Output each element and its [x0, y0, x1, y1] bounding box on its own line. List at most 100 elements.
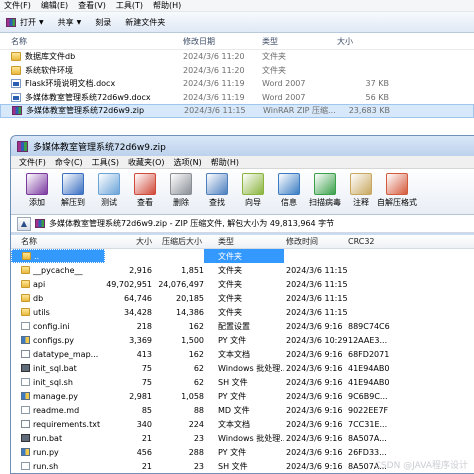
wr-menu-tools[interactable]: 工具(S) [92, 157, 119, 168]
file-row[interactable]: 数据库文件db 2024/3/6 11:20 文件夹 [0, 50, 474, 64]
tool-label: 自解压格式 [377, 198, 417, 207]
file-name: 数据库文件db [0, 51, 183, 62]
file-row[interactable]: Flask环境说明文档.docx 2024/3/6 11:19 Word 2007 3… [0, 77, 474, 91]
python-file-icon [21, 448, 30, 456]
tool-test-button[interactable]: 测试 [91, 173, 127, 208]
menu-tools[interactable]: 工具(T) [116, 0, 143, 11]
explorer-menubar: 文件(F) 编辑(E) 查看(V) 工具(T) 帮助(H) [0, 0, 474, 12]
tool-info-button[interactable]: 信息 [271, 173, 307, 208]
table-row[interactable]: configs.py 3,369 1,500 PY 文件 2024/3/6 10:29 1… [11, 333, 474, 347]
table-row[interactable]: datatype_map... 413 162 文本文档 2024/3/6 9:16 68… [11, 347, 474, 361]
column-name[interactable]: 名称 [0, 36, 183, 47]
doc-icon [11, 79, 21, 89]
tool-virus-scan-button[interactable]: 扫描病毒 [307, 173, 343, 208]
entry-crc32: 889C74C6 [348, 321, 390, 331]
entry-name-text: utils [33, 307, 50, 317]
file-name-text: Flask环境说明文档.docx [25, 79, 116, 89]
winrar-icon [17, 140, 28, 152]
table-row[interactable]: manage.py 2,981 1,058 PY 文件 2024/3/6 9:16 9C6… [11, 389, 474, 403]
entry-size: 2,981 [129, 391, 152, 401]
entry-name: run.bat [11, 431, 105, 445]
window-title: 多媒体教室管理系统72d6w9.zip [33, 142, 166, 153]
burn-button[interactable]: 刻录 [95, 17, 111, 28]
tool-label: 删除 [173, 198, 189, 207]
menu-help[interactable]: 帮助(H) [153, 0, 181, 11]
file-type: Word 2007 [262, 79, 306, 89]
winrar-titlebar[interactable]: 多媒体教室管理系统72d6w9.zip [11, 136, 474, 156]
wr-menu-favorites[interactable]: 收藏夹(O) [128, 157, 165, 168]
tool-delete-button[interactable]: 删除 [163, 173, 199, 208]
table-row[interactable]: config.ini 218 162 配置设置 2024/3/6 9:16 889C74C… [11, 319, 474, 333]
batch-file-icon [21, 434, 30, 442]
tool-find-button[interactable]: 查找 [199, 173, 235, 208]
tool-view-button[interactable]: 查看 [127, 173, 163, 208]
entry-name-text: manage.py [33, 391, 79, 401]
column-date[interactable]: 修改日期 [183, 36, 262, 47]
table-row[interactable]: run.py 456 288 PY 文件 2024/3/6 9:16 26FD33... [11, 445, 474, 459]
entry-size: 34,428 [124, 307, 152, 317]
entry-packed-size: 23 [193, 433, 204, 443]
tool-sfx-button[interactable]: 自解压格式 [377, 173, 417, 208]
tool-add-button[interactable]: 添加 [19, 173, 55, 208]
menu-file[interactable]: 文件(F) [4, 0, 31, 11]
wr-menu-command[interactable]: 命令(C) [55, 157, 83, 168]
file-icon [21, 322, 30, 330]
table-row[interactable]: requirements.txt 340 224 文本文档 2024/3/6 9:16 7… [11, 417, 474, 431]
winrar-window: 多媒体教室管理系统72d6w9.zip 文件(F) 命令(C) 工具(S) 收藏… [10, 135, 474, 474]
entry-crc32: 9022EE7F [348, 405, 389, 415]
file-row[interactable]: 多媒体教室管理系统72d6w9.docx 2024/3/6 11:19 Word 2… [0, 91, 474, 105]
wr-menu-help[interactable]: 帮助(H) [211, 157, 239, 168]
tool-wizard-button[interactable]: 向导 [235, 173, 271, 208]
column-modified[interactable]: 修改时间 [284, 236, 348, 247]
menu-view[interactable]: 查看(V) [78, 0, 106, 11]
share-label: 共享 [57, 17, 74, 27]
entry-crc32: 7CC31E... [348, 419, 388, 429]
zip-icon [12, 106, 22, 116]
entry-name-text: api [33, 279, 46, 289]
column-packed-size[interactable]: 压缩后大小 [152, 236, 204, 247]
entry-name-text: init_sql.bat [33, 363, 77, 373]
table-row[interactable]: init_sql.bat 75 62 Windows 批处理... 2024/3/6 9… [11, 361, 474, 375]
entry-type: PY 文件 [218, 335, 247, 345]
tool-comment-button[interactable]: 注释 [343, 173, 379, 208]
file-row[interactable]: 多媒体教室管理系统72d6w9.zip 2024/3/6 11:15 WinRAR … [0, 104, 474, 118]
entry-packed-size: 23 [193, 461, 204, 471]
entry-name-text: run.py [33, 447, 59, 457]
entry-name: readme.md [11, 403, 105, 417]
column-size[interactable]: 大小 [327, 36, 389, 47]
table-row[interactable]: .. 文件夹 [11, 249, 474, 263]
info-icon [278, 173, 300, 195]
doc-icon [11, 92, 21, 102]
wr-menu-options[interactable]: 选项(N) [174, 157, 202, 168]
wr-menu-file[interactable]: 文件(F) [19, 157, 46, 168]
column-type[interactable]: 类型 [262, 36, 327, 47]
new-folder-button[interactable]: 新建文件夹 [125, 17, 165, 28]
table-row[interactable]: run.bat 21 23 Windows 批处理... 2024/3/6 9:16 8A… [11, 431, 474, 445]
file-size: 23,683 KB [348, 106, 390, 116]
entry-name: .. [11, 249, 105, 263]
column-crc32[interactable]: CRC32 [348, 237, 408, 246]
explorer-toolbar: 打开 ▼ 共享 ▼ 刻录 新建文件夹 [0, 12, 474, 33]
up-folder-icon[interactable]: ▲ [17, 216, 31, 231]
table-row[interactable]: __pycache__ 2,916 1,851 文件夹 2024/3/6 11:15 [11, 263, 474, 277]
table-row[interactable]: init_sql.sh 75 62 SH 文件 2024/3/6 9:16 41E94AB… [11, 375, 474, 389]
column-type[interactable]: 类型 [204, 235, 284, 249]
entry-name: configs.py [11, 333, 105, 347]
entry-crc32: 12AAE3... [348, 335, 388, 345]
entry-name: utils [11, 305, 105, 319]
column-size[interactable]: 大小 [105, 236, 152, 247]
entry-crc32: 41E94AB0 [348, 363, 390, 373]
table-row[interactable]: api 49,702,951 24,076,497 文件夹 2024/3/6 11:15 [11, 277, 474, 291]
file-row[interactable]: 系统软件环境 2024/3/6 11:20 文件夹 [0, 64, 474, 78]
open-label: 打开 [20, 17, 36, 27]
entry-type: 文件夹 [218, 293, 242, 303]
column-name[interactable]: 名称 [11, 235, 105, 249]
table-row[interactable]: utils 34,428 14,386 文件夹 2024/3/6 11:15 [11, 305, 474, 319]
table-row[interactable]: readme.md 85 88 MD 文件 2024/3/6 9:16 9022EE7F [11, 403, 474, 417]
entry-packed-size: 162 [188, 321, 204, 331]
menu-edit[interactable]: 编辑(E) [41, 0, 68, 11]
open-button[interactable]: 打开 ▼ [6, 17, 44, 28]
share-button[interactable]: 共享 ▼ [58, 17, 82, 28]
tool-extract-to-button[interactable]: 解压到 [55, 173, 91, 208]
table-row[interactable]: db 64,746 20,185 文件夹 2024/3/6 11:15 [11, 291, 474, 305]
